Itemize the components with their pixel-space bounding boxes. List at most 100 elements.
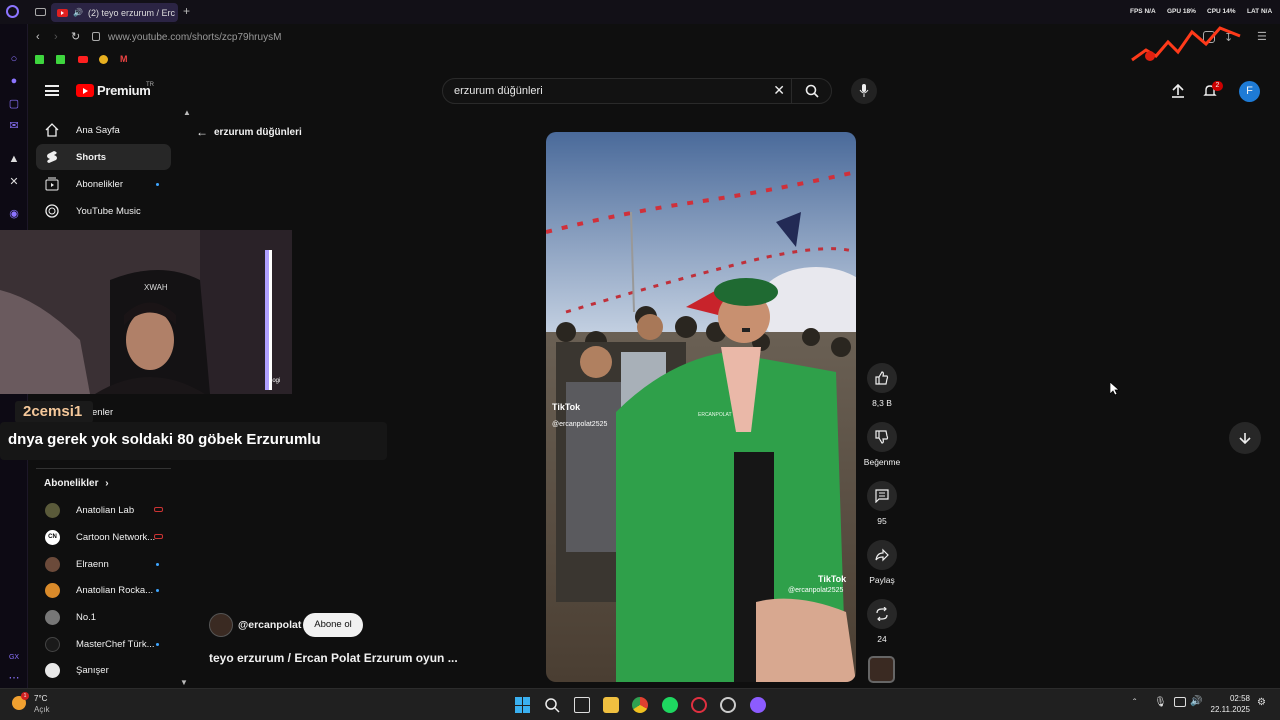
hud-fps: FPS N/A [1130,8,1156,15]
channel-name: Anatolian Rocka... [76,584,154,596]
like-button[interactable] [867,363,897,393]
youtube-bookmark-icon[interactable] [78,56,88,63]
tiktok-watermark-bottom: TikTok [818,574,847,584]
back-arrow-icon[interactable]: ← [196,125,208,139]
sound-thumbnail[interactable] [868,656,895,683]
remix-button[interactable] [867,599,897,629]
weather-desc: Açık [34,705,50,714]
steam-icon[interactable] [720,697,736,713]
chat-message-box: dnya gerek yok soldaki 80 göbek Erzuruml… [0,422,387,460]
sidebar-item-shorts[interactable]: Shorts [36,144,171,170]
logo-text[interactable]: Premium [97,83,151,98]
youtube-logo-icon[interactable] [76,84,94,97]
player-icon[interactable]: ◉ [7,206,21,220]
hamburger-menu-icon[interactable] [45,85,59,96]
clock-time[interactable]: 02:58 [1214,694,1250,703]
search-input[interactable]: erzurum düğünleri ✕ [442,78,832,104]
network-icon[interactable] [1174,697,1186,707]
new-content-dot [156,589,159,592]
forward-nav-icon[interactable]: › [54,31,58,43]
channel-name: Cartoon Network... [76,531,156,543]
jacket-embroidery: ERCANPOLAT [698,412,732,418]
voice-search-button[interactable] [851,78,877,104]
kick-bookmark-2-icon[interactable] [56,55,65,64]
search-button[interactable] [791,78,831,104]
sidebar-item-home[interactable]: Ana Sayfa [36,117,171,143]
sidebar-scroll-down-icon[interactable]: ▼ [180,678,188,687]
subscription-item[interactable]: No.1 [36,604,171,630]
workspaces-icon[interactable] [35,8,46,16]
bookmark-4-icon[interactable] [99,55,108,64]
next-short-button[interactable] [1229,422,1261,454]
tray-overflow-icon[interactable]: ˆ [1133,698,1136,709]
task-view-icon[interactable] [574,697,590,713]
opera-gx-logo-icon[interactable] [6,5,19,18]
upload-icon[interactable] [1171,84,1185,98]
tab-title: (2) teyo erzurum / Erc [87,7,175,18]
dislike-button[interactable] [867,422,897,452]
reload-icon[interactable]: ↻ [71,30,80,43]
taskbar-search-icon[interactable] [544,697,560,713]
new-content-dot [156,563,159,566]
gmail-bookmark-icon[interactable]: M [120,54,128,64]
messenger-icon[interactable]: ○ [7,52,21,66]
svg-text:XWAH: XWAH [144,283,168,292]
clear-search-icon[interactable]: ✕ [773,82,785,99]
url-field[interactable]: www.youtube.com/shorts/zcp79hruysM [108,32,281,43]
channel-avatar[interactable] [209,613,233,637]
back-link-label[interactable]: erzurum düğünleri [214,127,302,138]
notification-badge: 2 [1212,81,1223,91]
channel-avatar [45,637,60,652]
hud-lat: LAT N/A [1247,8,1273,15]
volume-icon[interactable]: 🔊 [1190,696,1202,707]
subscription-item[interactable]: Anatolian Lab [36,497,171,523]
share-button[interactable] [867,540,897,570]
x-icon[interactable]: ✕ [7,174,21,188]
lock-icon [92,32,100,41]
account-avatar[interactable]: F [1239,81,1260,102]
gx-corner-icon[interactable]: GX [7,650,21,664]
sidebar-item-youtube-music[interactable]: YouTube Music [36,198,171,224]
subscriptions-section-title[interactable]: Abonelikler › [44,478,109,489]
new-tab-icon[interactable]: + [183,4,190,18]
app-taskbar-icon[interactable] [750,697,766,713]
sidebar-item-subscriptions[interactable]: Abonelikler [36,171,171,197]
file-explorer-icon[interactable] [603,697,619,713]
subscription-item[interactable]: CN Cartoon Network... [36,524,171,550]
hud-gpu: GPU 18% [1167,8,1196,15]
notification-center-icon[interactable]: ⚙ [1257,697,1266,708]
short-title[interactable]: teyo erzurum / Ercan Polat Erzurum oyun … [209,651,458,665]
clock-date[interactable]: 22.11.2025 [1206,705,1250,714]
menu-icon[interactable]: ☰ [1257,30,1267,43]
short-video-player[interactable]: TikTok @ercanpolat2525 ERCANPOLAT TikTok… [546,132,856,682]
mail-icon[interactable]: ✉ [7,118,21,132]
remix-count: 24 [877,634,887,644]
channel-name: Elraenn [76,558,109,570]
arrow-down-icon [1239,433,1251,444]
sidebar-scroll-up-icon[interactable]: ▲ [183,108,191,117]
subscription-item[interactable]: Elraenn [36,551,171,577]
subscribe-button[interactable]: Abone ol [303,613,363,637]
speaker-icon[interactable]: 🔊 [73,8,83,17]
discord-icon[interactable]: ● [7,74,21,88]
channel-handle[interactable]: @ercanpolat [238,619,301,631]
instagram-icon[interactable]: ▢ [7,96,21,110]
aria-icon[interactable]: ▲ [7,152,21,166]
live-icon [154,507,163,512]
windows-start-icon[interactable] [515,697,531,713]
subscription-item[interactable]: MasterChef Türk... [36,631,171,657]
kick-bookmark-icon[interactable] [35,55,44,64]
chrome-icon[interactable] [632,697,648,713]
comments-button[interactable] [867,481,897,511]
opera-gx-taskbar-icon[interactable] [691,697,707,713]
more-icon[interactable]: ⋯ [7,670,21,684]
tray-mic-icon[interactable]: 🎙 [1154,697,1167,708]
subscription-item[interactable]: Anatolian Rocka... [36,577,171,603]
chat-username: 2cemsi1 [23,403,83,420]
address-bar: ‹ › ↻ www.youtube.com/shorts/zcp79hruysM… [28,28,1280,48]
browser-tab-active[interactable]: 🔊 (2) teyo erzurum / Erc [51,3,178,22]
back-nav-icon[interactable]: ‹ [36,31,40,43]
spotify-icon[interactable] [662,697,678,713]
subscription-item[interactable]: Şanışer [36,657,171,683]
sidebar-partial-label: enler [92,407,114,418]
